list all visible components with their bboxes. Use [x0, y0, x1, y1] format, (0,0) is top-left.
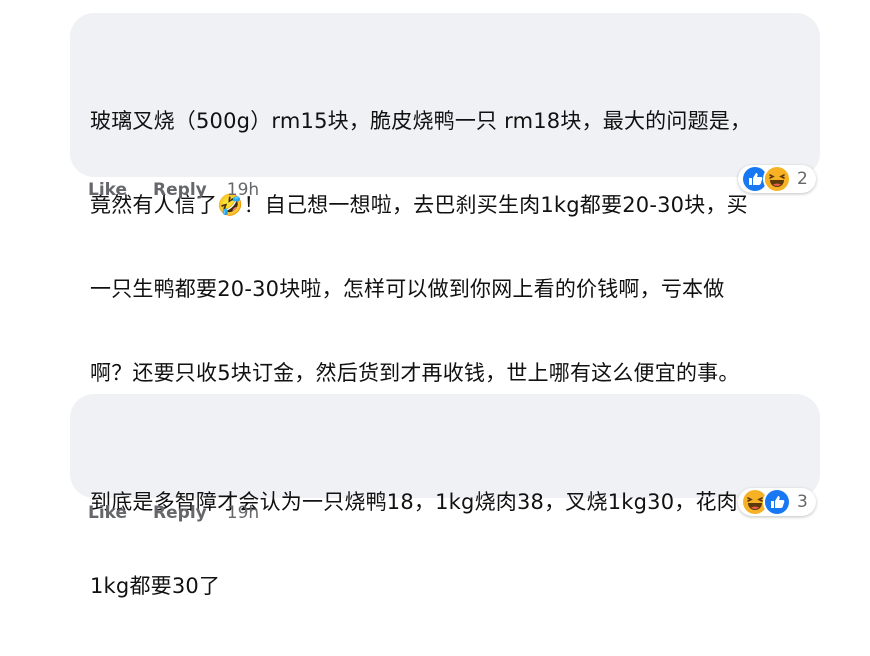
- like-button[interactable]: Like: [88, 180, 127, 200]
- reply-button[interactable]: Reply: [153, 503, 207, 523]
- comment-actions: Like Reply 19h: [88, 180, 259, 200]
- comment-line: 一只生鸭都要20-30块啦，怎样可以做到你网上看的价钱啊，亏本做: [90, 277, 725, 301]
- comment-line: 啊？还要只收5块订金，然后货到才再收钱，世上哪有这么便宜的事。: [90, 361, 740, 385]
- like-button[interactable]: Like: [88, 503, 127, 523]
- reaction-count: 2: [797, 169, 808, 189]
- comment-bubble: 到底是多智障才会认为一只烧鸭18，1kg烧肉38，叉烧1kg30，花肉 1kg都…: [70, 394, 820, 598]
- comment-line: 1kg都要30了: [90, 574, 221, 598]
- comment-text: 玻璃叉烧（500g）rm15块，脆皮烧鸭一只 rm18块，最大的问题是， 竟然有…: [90, 51, 800, 443]
- reaction-count: 3: [797, 492, 808, 512]
- reply-button[interactable]: Reply: [153, 180, 207, 200]
- like-icon: [763, 488, 791, 516]
- comment-text: 到底是多智障才会认为一只烧鸭18，1kg烧肉38，叉烧1kg30，花肉 1kg都…: [90, 432, 800, 656]
- haha-icon: [763, 165, 791, 193]
- comment-timestamp[interactable]: 19h: [227, 180, 259, 200]
- comment-actions: Like Reply 19h: [88, 503, 259, 523]
- comment-timestamp[interactable]: 19h: [227, 503, 259, 523]
- reaction-summary[interactable]: 2: [738, 165, 816, 193]
- comment-bubble: 玻璃叉烧（500g）rm15块，脆皮烧鸭一只 rm18块，最大的问题是， 竟然有…: [70, 13, 820, 385]
- comment-line: 玻璃叉烧（500g）rm15块，脆皮烧鸭一只 rm18块，最大的问题是，: [90, 109, 752, 133]
- reaction-summary[interactable]: 3: [738, 488, 816, 516]
